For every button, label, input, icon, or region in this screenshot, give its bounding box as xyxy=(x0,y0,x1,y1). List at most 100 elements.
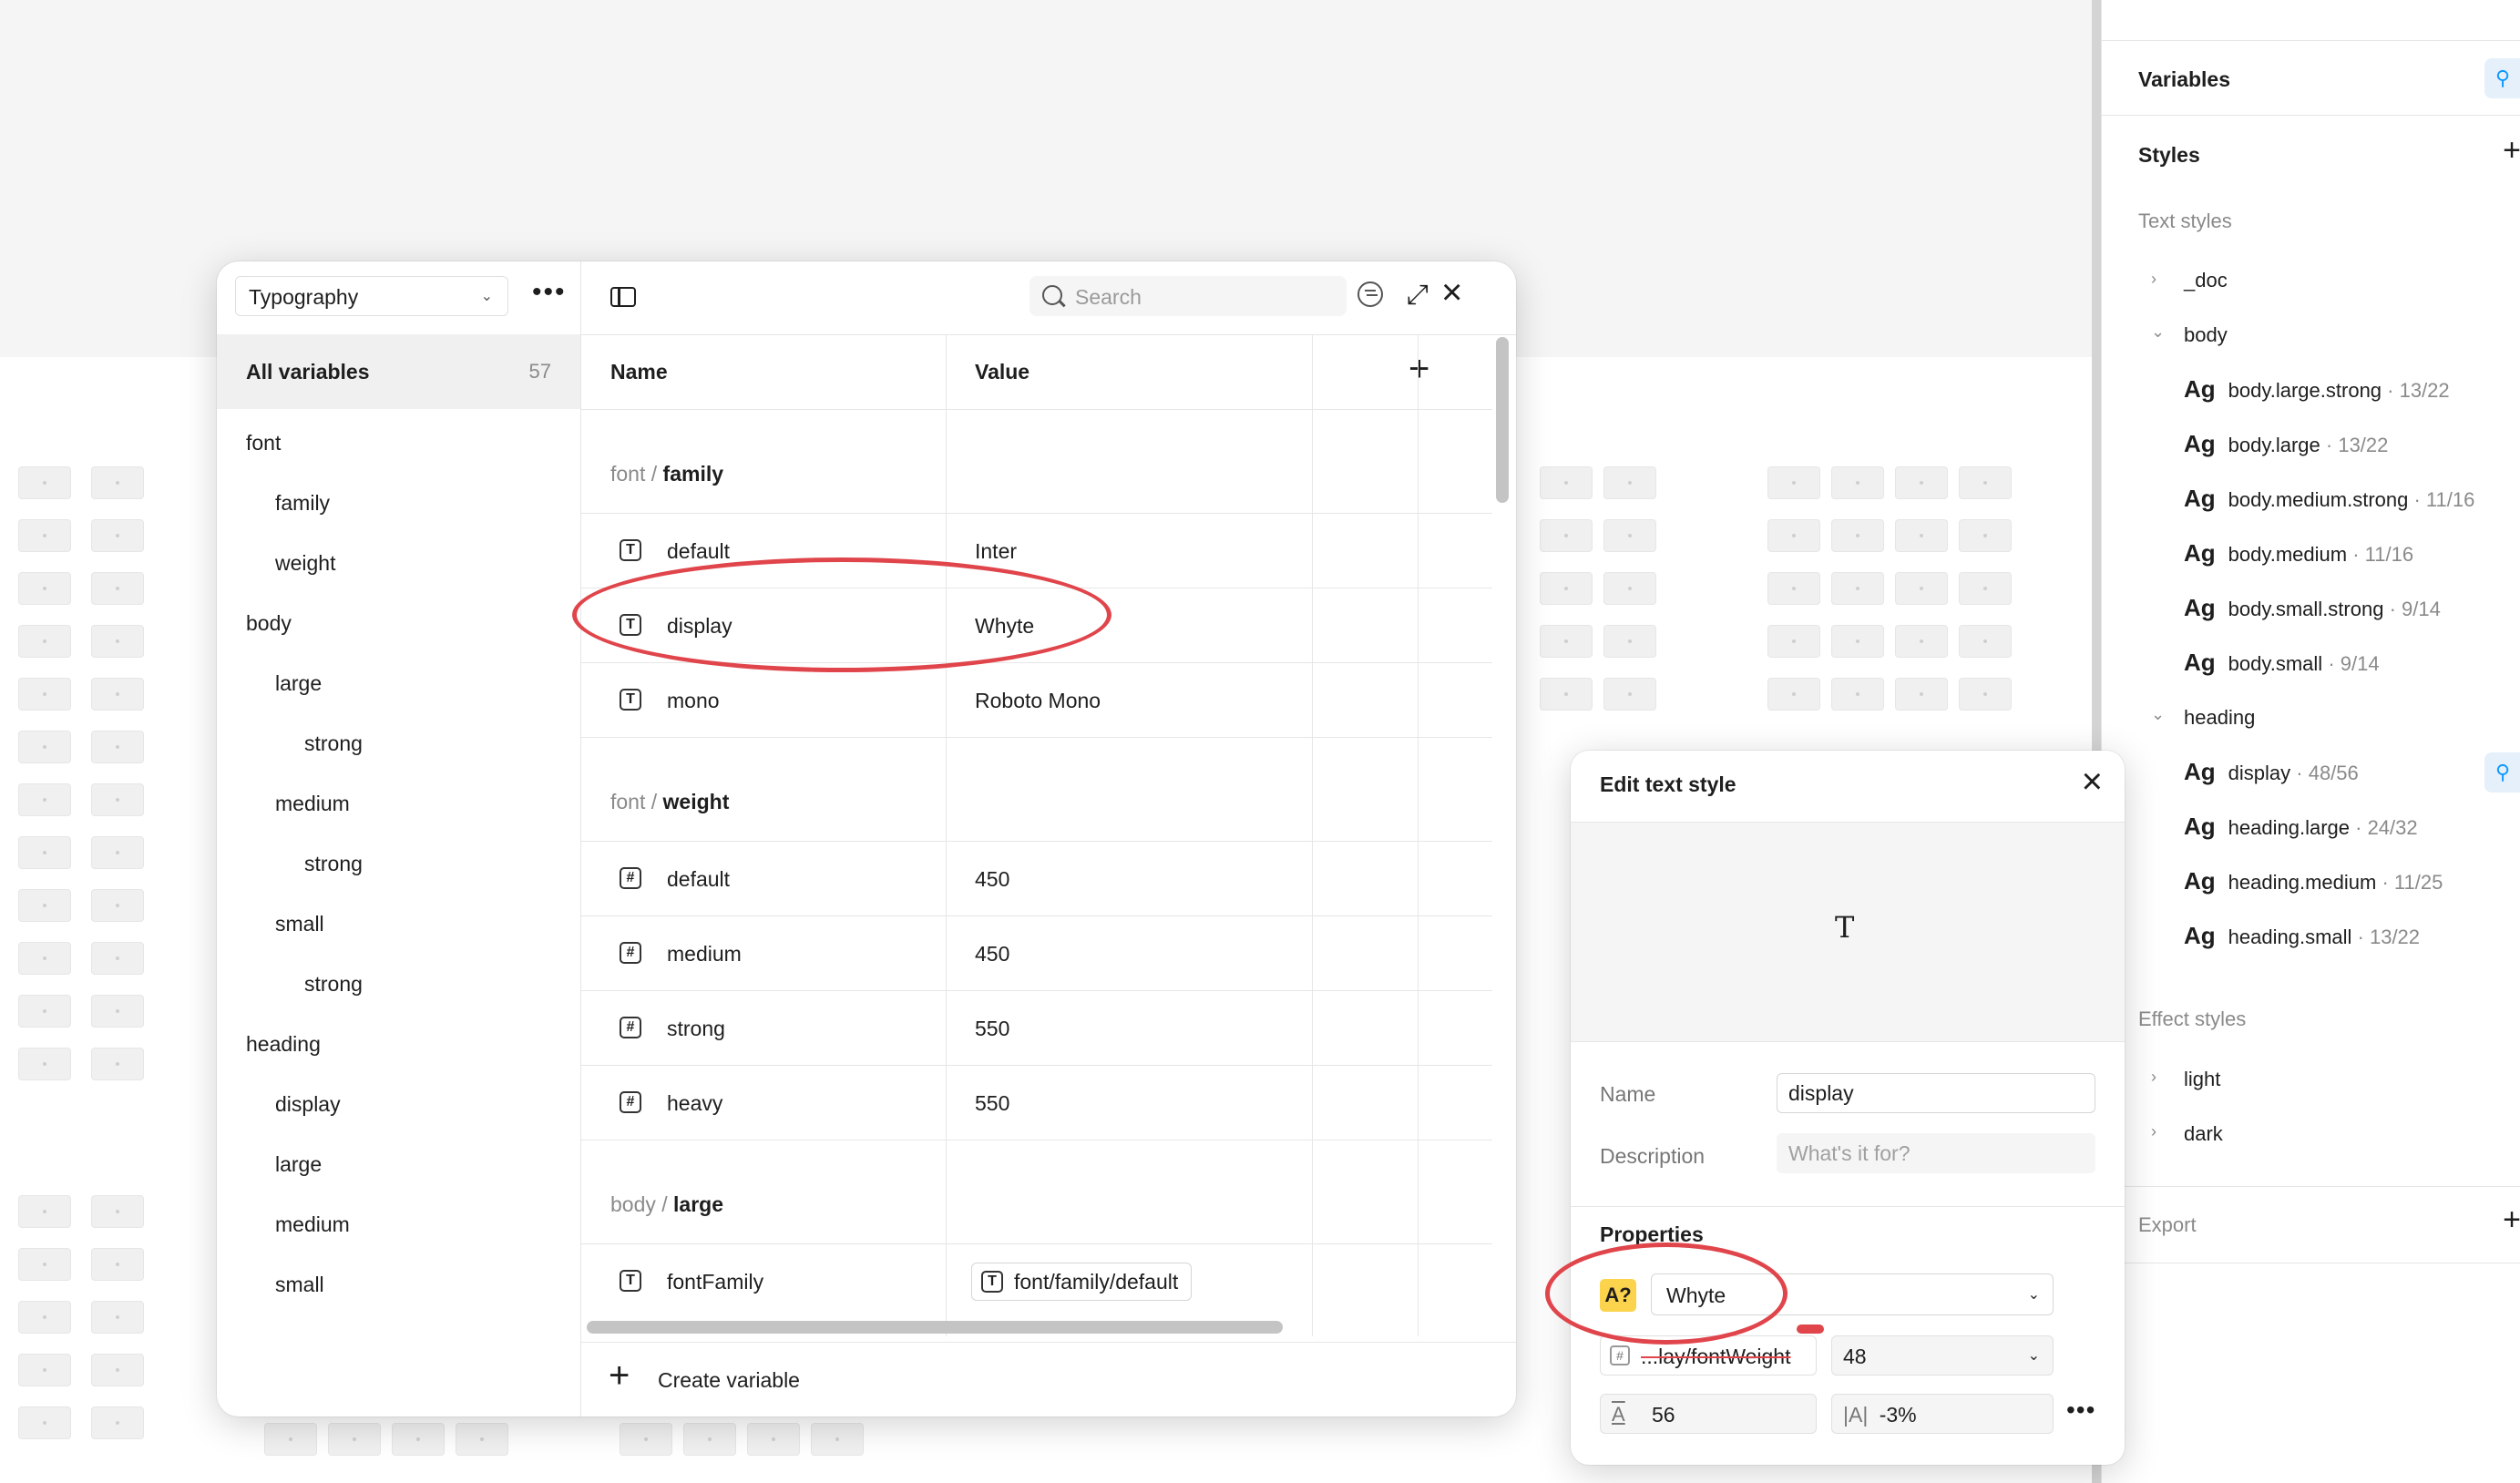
text-style-icon: Ag xyxy=(2184,594,2216,621)
group-body-medium[interactable]: medium xyxy=(275,792,350,816)
table-row[interactable]: # default 450 xyxy=(581,841,1492,916)
close-icon[interactable]: × xyxy=(1441,274,1462,311)
toggle-sidebar-icon[interactable] xyxy=(610,287,636,307)
variable-name[interactable]: mono xyxy=(667,689,720,713)
effect-style-dark[interactable]: dark xyxy=(2184,1122,2223,1146)
table-row[interactable]: Tdefault Inter xyxy=(581,513,1492,588)
table-row[interactable]: Tmono Roboto Mono xyxy=(581,662,1492,738)
chevron-right-icon[interactable]: › xyxy=(2151,270,2156,289)
search-field[interactable] xyxy=(1030,276,1347,318)
text-style-item[interactable]: Ag body.medium · 11/16 xyxy=(2184,539,2413,568)
canvas-frame-thumbnail xyxy=(18,572,71,605)
style-group-body[interactable]: body xyxy=(2184,323,2228,347)
variable-name[interactable]: default xyxy=(667,867,730,892)
canvas-frame-thumbnail xyxy=(1603,678,1656,711)
font-weight-binding[interactable]: # ...lay/fontWeight xyxy=(1600,1335,1817,1376)
text-style-item[interactable]: Ag heading.small · 13/22 xyxy=(2184,922,2420,950)
more-type-options-icon[interactable]: ••• xyxy=(2066,1396,2095,1425)
description-input[interactable] xyxy=(1777,1133,2095,1173)
variable-name[interactable]: display xyxy=(667,614,732,639)
font-family-dropdown[interactable]: Whyte ⌄ xyxy=(1651,1273,2054,1315)
canvas-frame-thumbnail xyxy=(1767,572,1820,605)
add-style-icon[interactable]: + xyxy=(2503,133,2520,169)
table-row[interactable]: # heavy 550 xyxy=(581,1065,1492,1140)
style-group-doc[interactable]: _doc xyxy=(2184,269,2228,292)
edit-style-icon[interactable]: ⚲ xyxy=(2484,752,2520,793)
group-font-family[interactable]: family xyxy=(275,491,330,516)
collection-dropdown[interactable]: Typography ⌄ xyxy=(235,276,508,316)
chevron-down-icon[interactable]: ⌄ xyxy=(2151,322,2165,342)
text-style-item[interactable]: Ag body.medium.strong · 11/16 xyxy=(2184,485,2474,513)
group-body-large-strong[interactable]: strong xyxy=(304,731,363,756)
table-row[interactable]: TfontFamily Tfont/family/default xyxy=(581,1243,1492,1319)
text-style-name: heading.large xyxy=(2228,816,2351,839)
canvas-frame-thumbnail xyxy=(1540,466,1593,499)
add-export-icon[interactable]: + xyxy=(2503,1202,2520,1238)
create-variable-button[interactable]: Create variable xyxy=(658,1368,800,1393)
variable-alias-chip[interactable]: Tfont/family/default xyxy=(971,1263,1193,1301)
group-heading[interactable]: heading xyxy=(246,1032,321,1057)
group-heading-large[interactable]: large xyxy=(275,1152,322,1177)
font-size-field[interactable]: 48 ⌄ xyxy=(1831,1335,2054,1376)
group-heading-display[interactable]: display xyxy=(275,1092,341,1117)
style-group-heading[interactable]: heading xyxy=(2184,706,2255,730)
table-body: font / family Tdefault Inter Tdisplay Whyt… xyxy=(581,334,1492,1336)
group-body-small-strong[interactable]: strong xyxy=(304,972,363,997)
group-body[interactable]: body xyxy=(246,611,292,636)
text-style-item-display[interactable]: Ag display · 48/56 xyxy=(2184,758,2359,786)
variable-name[interactable]: heavy xyxy=(667,1091,722,1116)
variable-value[interactable]: Roboto Mono xyxy=(975,689,1101,713)
canvas-frame-thumbnail xyxy=(747,1423,800,1456)
text-style-item[interactable]: Ag body.large.strong · 13/22 xyxy=(2184,375,2450,404)
string-type-icon: T xyxy=(981,1271,1003,1293)
expand-icon[interactable]: ⤢ xyxy=(1407,280,1429,311)
group-body-large[interactable]: large xyxy=(275,671,322,696)
group-heading-small[interactable]: small xyxy=(275,1273,324,1297)
variable-value[interactable]: 450 xyxy=(975,867,1009,892)
line-height-field[interactable]: A 56 xyxy=(1600,1394,1817,1434)
table-row[interactable]: # strong 550 xyxy=(581,990,1492,1066)
chevron-down-icon[interactable]: ⌄ xyxy=(2151,705,2165,724)
canvas-frame-thumbnail xyxy=(91,1354,144,1386)
canvas-frame-thumbnail xyxy=(456,1423,508,1456)
table-row[interactable]: # medium 450 xyxy=(581,915,1492,991)
variable-name[interactable]: strong xyxy=(667,1017,725,1041)
variable-value[interactable]: Whyte xyxy=(975,614,1034,639)
text-style-item[interactable]: Ag body.small · 9/14 xyxy=(2184,649,2380,677)
chevron-right-icon[interactable]: › xyxy=(2151,1122,2156,1141)
variables-settings-icon[interactable]: ⚲ xyxy=(2484,58,2520,98)
canvas-frame-thumbnail xyxy=(1831,678,1884,711)
chevron-right-icon[interactable]: › xyxy=(2151,1068,2156,1087)
number-type-icon: # xyxy=(620,1091,641,1113)
variable-name[interactable]: medium xyxy=(667,942,742,967)
group-heading-medium[interactable]: medium xyxy=(275,1212,350,1237)
variable-name[interactable]: default xyxy=(667,539,730,564)
table-row[interactable]: Tdisplay Whyte xyxy=(581,588,1492,663)
preview-glyph: T xyxy=(1835,910,1855,945)
letter-spacing-field[interactable]: |A| -3% xyxy=(1831,1394,2054,1434)
plus-icon: + xyxy=(609,1355,630,1396)
text-style-item[interactable]: Ag heading.large · 24/32 xyxy=(2184,813,2418,841)
search-input[interactable] xyxy=(1073,276,1332,318)
group-font-weight[interactable]: weight xyxy=(275,551,335,576)
more-options-icon[interactable]: ••• xyxy=(532,276,567,309)
variable-value[interactable]: Inter xyxy=(975,539,1017,564)
variable-value[interactable]: 550 xyxy=(975,1091,1009,1116)
filter-icon[interactable] xyxy=(1357,281,1383,307)
effect-style-light[interactable]: light xyxy=(2184,1068,2220,1091)
all-variables-item[interactable]: All variables 57 xyxy=(217,334,580,409)
text-style-item[interactable]: Ag heading.medium · 11/25 xyxy=(2184,867,2443,895)
group-body-small[interactable]: small xyxy=(275,912,324,936)
group-body-medium-strong[interactable]: strong xyxy=(304,852,363,876)
style-name-input[interactable] xyxy=(1777,1073,2095,1113)
group-font[interactable]: font xyxy=(246,431,281,455)
text-style-item[interactable]: Ag body.large · 13/22 xyxy=(2184,430,2388,458)
horizontal-scrollbar-thumb[interactable] xyxy=(587,1321,1283,1334)
variable-value[interactable]: 550 xyxy=(975,1017,1009,1041)
text-style-item[interactable]: Ag body.small.strong · 9/14 xyxy=(2184,594,2441,622)
vertical-scrollbar-thumb[interactable] xyxy=(1496,337,1509,503)
variable-value[interactable]: 450 xyxy=(975,942,1009,967)
variable-name[interactable]: fontFamily xyxy=(667,1270,763,1294)
close-icon[interactable]: × xyxy=(2082,763,2103,800)
chevron-down-icon[interactable]: ⌄ xyxy=(2028,1336,2040,1376)
